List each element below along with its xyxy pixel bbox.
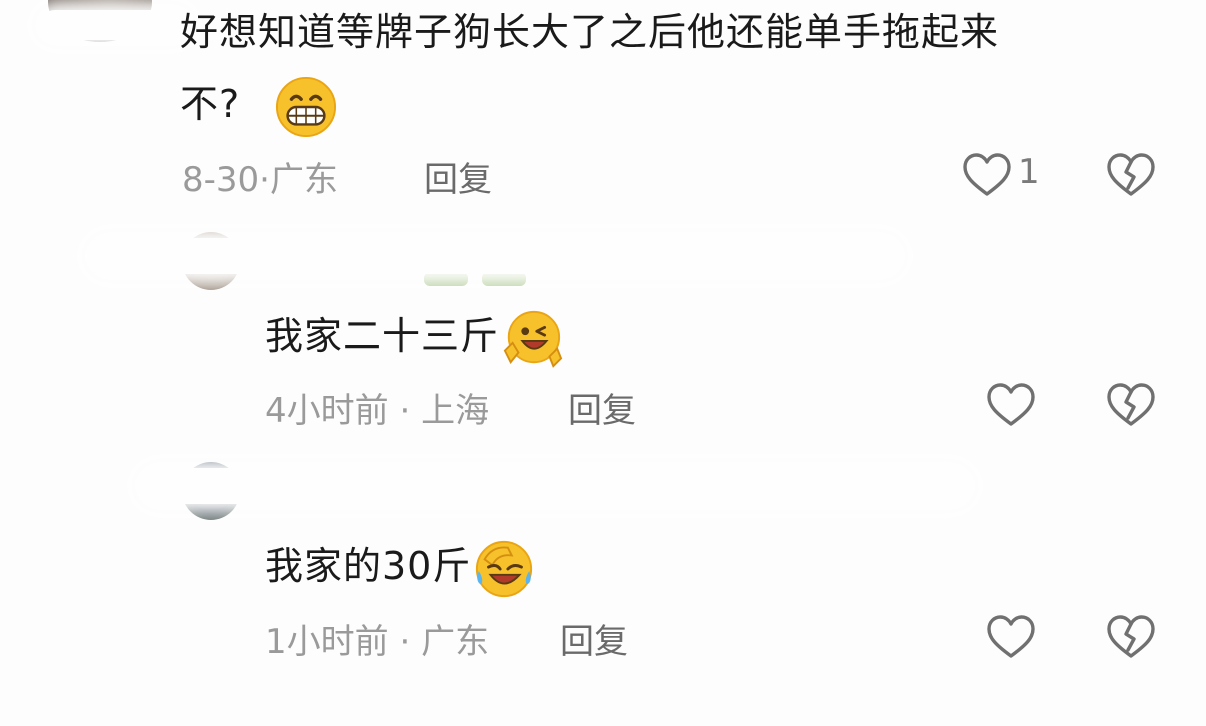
rolling-laughing-emoji: [473, 538, 535, 600]
emoji-stub: [424, 272, 468, 286]
heart-outline-icon[interactable]: [962, 152, 1012, 198]
redaction-mark: [140, 468, 970, 504]
comment-text-line1: 好想知道等牌子狗长大了之后他还能单手拖起来: [180, 10, 1000, 54]
broken-heart-outline-icon[interactable]: [1106, 152, 1156, 198]
redaction-mark: [40, 10, 190, 40]
reply-location: 广东: [421, 622, 490, 662]
reply-meta: 4小时前 · 上海: [265, 383, 489, 432]
broken-heart-outline-icon[interactable]: [1106, 382, 1156, 428]
like-count: 1: [1018, 152, 1040, 192]
heart-outline-icon[interactable]: [986, 382, 1036, 428]
comment-location: 广东: [269, 160, 338, 200]
meta-separator: ·: [399, 622, 411, 662]
reply-button[interactable]: 回复: [424, 152, 492, 201]
reply-text-content: 我家二十三斤: [265, 314, 500, 358]
broken-heart-outline-icon[interactable]: [1106, 614, 1156, 660]
comment-meta: 8-30·广东: [182, 152, 338, 201]
reply-text: 我家的30斤: [265, 530, 535, 602]
reply-time: 1小时前: [265, 622, 389, 662]
emoji-stub: [482, 272, 526, 286]
reply-text-content: 我家的30斤: [265, 544, 472, 588]
reply-button[interactable]: 回复: [560, 614, 628, 663]
reply-text: 我家二十三斤: [265, 300, 563, 372]
reply-meta: 1小时前 · 广东: [265, 614, 489, 663]
meta-separator: ·: [259, 160, 270, 200]
reply-location: 上海: [421, 391, 490, 431]
comment-date: 8-30: [182, 160, 260, 200]
reply-button[interactable]: 回复: [568, 383, 636, 432]
redaction-mark: [90, 238, 900, 274]
winking-face-emoji: [501, 308, 563, 370]
grinning-face-emoji: [275, 76, 337, 138]
comment-text-line2: 不?: [180, 82, 241, 126]
reply-time: 4小时前: [265, 391, 389, 431]
heart-outline-icon[interactable]: [986, 614, 1036, 660]
comment-text: 好想知道等牌子狗长大了之后他还能单手拖起来 不?: [180, 0, 1140, 140]
meta-separator: ·: [399, 391, 411, 431]
